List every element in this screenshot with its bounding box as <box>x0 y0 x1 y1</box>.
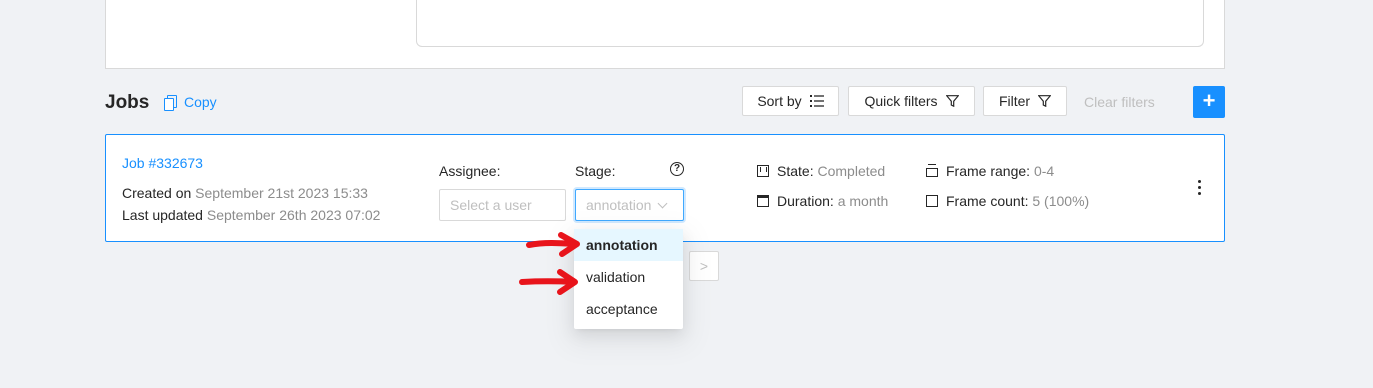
funnel-icon <box>945 95 959 107</box>
stage-option-acceptance[interactable]: acceptance <box>574 293 683 325</box>
funnel-icon <box>1038 95 1052 107</box>
add-job-button[interactable]: + <box>1193 86 1225 118</box>
copy-icon <box>164 95 177 111</box>
duration-label: Duration: <box>777 193 834 209</box>
red-arrow-annotation <box>526 232 580 257</box>
quick-filters-button[interactable]: Quick filters <box>848 86 975 116</box>
duration-value: a month <box>837 193 889 209</box>
assignee-label: Assignee: <box>439 163 501 179</box>
filter-button[interactable]: Filter <box>983 86 1067 116</box>
filter-label: Filter <box>998 93 1031 109</box>
frame-range-info: Frame range: 0-4 <box>926 163 1054 179</box>
frame-count-value: 5 (100%) <box>1032 193 1090 209</box>
stage-dropdown: annotation validation acceptance <box>574 229 683 329</box>
stage-label: Stage: <box>575 163 616 179</box>
stage-selected-value: annotation <box>586 197 652 213</box>
frame-range-label: Frame range: <box>946 163 1031 179</box>
frame-count-info: Frame count: 5 (100%) <box>926 193 1089 209</box>
clear-filters-button[interactable]: Clear filters <box>1084 94 1155 110</box>
stage-option-annotation[interactable]: annotation <box>574 229 683 261</box>
created-on: Created on September 21st 2023 15:33 <box>122 185 368 201</box>
created-value: September 21st 2023 15:33 <box>195 185 368 201</box>
updated-label: Last updated <box>122 207 203 223</box>
project-board-icon <box>757 165 769 177</box>
red-arrow-validation <box>519 269 578 295</box>
top-card <box>105 0 1225 69</box>
created-label: Created on <box>122 185 192 201</box>
stage-select[interactable]: annotation <box>575 189 684 221</box>
sort-by-label: Sort by <box>757 93 802 109</box>
last-updated: Last updated September 26th 2023 07:02 <box>122 207 380 223</box>
state-info: State: Completed <box>757 163 885 179</box>
job-card: Job #332673 Created on September 21st 20… <box>105 134 1225 242</box>
question-circle-icon[interactable]: ? <box>670 162 684 176</box>
frame-icon <box>926 195 938 207</box>
sort-list-icon <box>809 95 824 107</box>
sort-by-button[interactable]: Sort by <box>742 86 839 116</box>
jobs-title: Jobs <box>105 92 150 113</box>
copy-label: Copy <box>184 94 217 110</box>
pagination-next-button[interactable]: > <box>689 251 719 281</box>
state-value: Completed <box>817 163 886 179</box>
state-label: State: <box>777 163 814 179</box>
updated-value: September 26th 2023 07:02 <box>206 207 381 223</box>
stage-option-validation[interactable]: validation <box>574 261 683 293</box>
description-textarea[interactable] <box>416 0 1204 47</box>
chevron-down-icon <box>657 198 668 208</box>
assignee-input[interactable] <box>439 189 566 221</box>
copy-button[interactable]: Copy <box>164 93 217 111</box>
duration-info: Duration: a month <box>757 193 888 209</box>
more-vertical-icon[interactable] <box>1198 180 1202 195</box>
frame-range-icon <box>926 164 938 177</box>
calendar-icon <box>757 195 769 207</box>
job-link[interactable]: Job #332673 <box>122 155 203 171</box>
quick-filters-label: Quick filters <box>864 93 938 109</box>
frame-count-label: Frame count: <box>946 193 1029 209</box>
frame-range-value: 0-4 <box>1033 163 1055 179</box>
